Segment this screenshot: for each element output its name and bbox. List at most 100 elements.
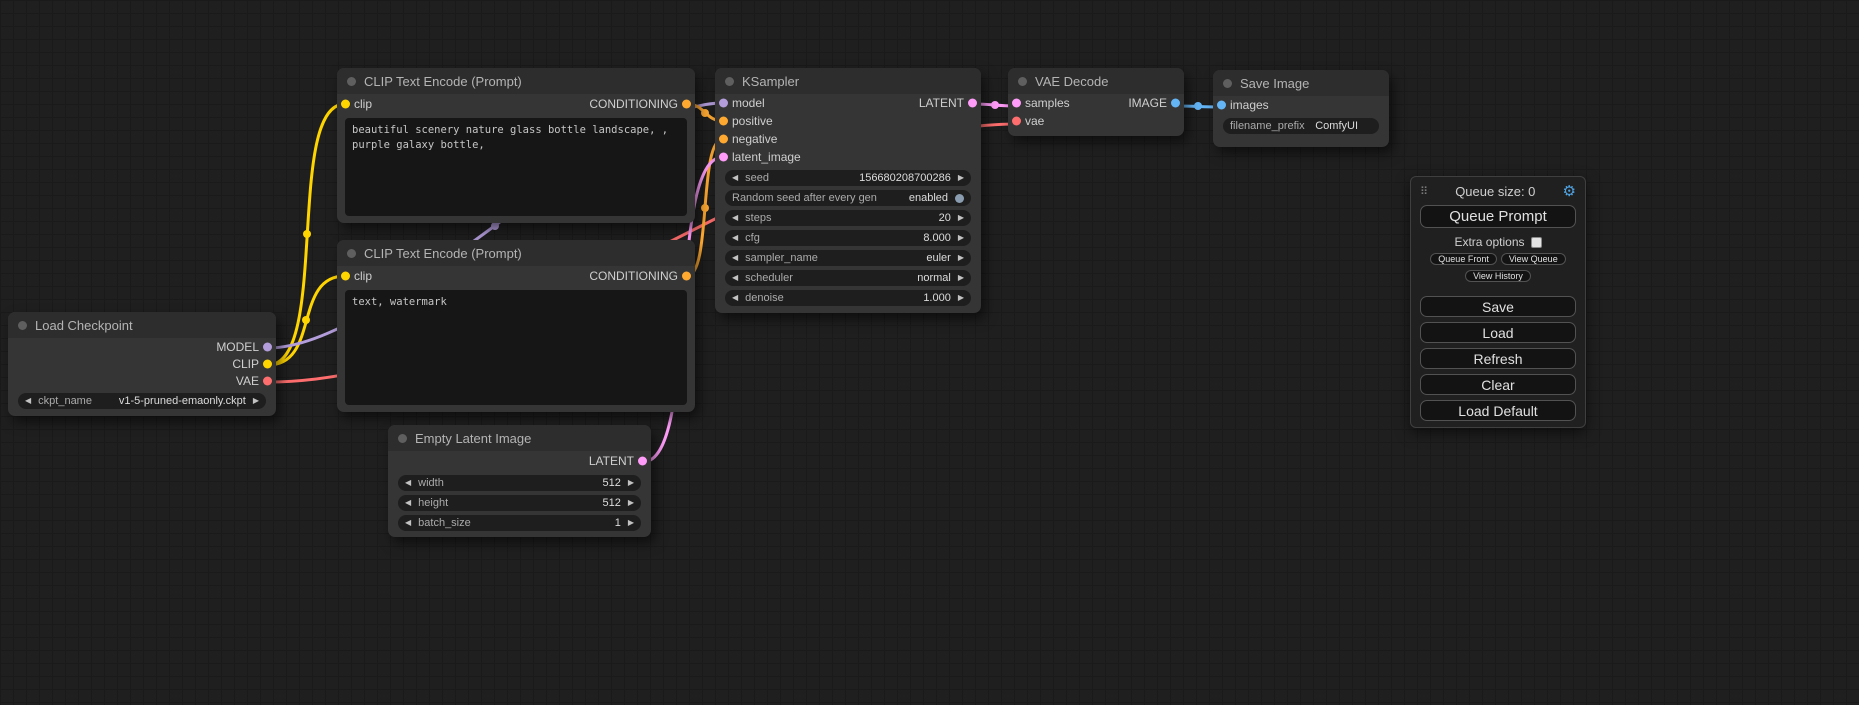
- output-slot-latent[interactable]: [968, 99, 977, 108]
- input-slot-model[interactable]: [719, 99, 728, 108]
- widget-filename-prefix[interactable]: filename_prefix ComfyUI: [1223, 118, 1379, 134]
- increment-arrow-icon[interactable]: ▶: [628, 519, 634, 527]
- load-default-button[interactable]: Load Default: [1420, 400, 1576, 421]
- widget-denoise[interactable]: ◀ denoise 1.000 ▶: [725, 290, 971, 306]
- node-title-bar[interactable]: Load Checkpoint: [8, 312, 276, 338]
- view-history-button[interactable]: View History: [1465, 270, 1531, 282]
- decrement-arrow-icon[interactable]: ◀: [732, 214, 738, 222]
- widget-value: enabled: [909, 192, 948, 204]
- input-slot-vae[interactable]: [1012, 117, 1021, 126]
- node-status-dot[interactable]: [398, 434, 407, 443]
- increment-arrow-icon[interactable]: ▶: [958, 234, 964, 242]
- output-slot-model[interactable]: [263, 342, 272, 351]
- decrement-arrow-icon[interactable]: ◀: [732, 254, 738, 262]
- node-clip-text-encode-negative[interactable]: CLIP Text Encode (Prompt) clip CONDITION…: [337, 240, 695, 412]
- widget-ckpt-name[interactable]: ◀ ckpt_name v1-5-pruned-emaonly.ckpt ▶: [18, 393, 266, 409]
- node-title-bar[interactable]: CLIP Text Encode (Prompt): [337, 68, 695, 94]
- output-slot-label: LATENT: [589, 454, 634, 468]
- increment-arrow-icon[interactable]: ▶: [958, 294, 964, 302]
- increment-arrow-icon[interactable]: ▶: [958, 214, 964, 222]
- toggle-indicator[interactable]: [955, 194, 964, 203]
- node-load-checkpoint[interactable]: Load Checkpoint MODEL CLIP VAE ◀ ckpt_na…: [8, 312, 276, 416]
- load-button[interactable]: Load: [1420, 322, 1576, 343]
- node-save-image[interactable]: Save Image images filename_prefix ComfyU…: [1213, 70, 1389, 147]
- output-slot-conditioning[interactable]: [682, 100, 691, 109]
- widget-batch-size[interactable]: ◀ batch_size 1 ▶: [398, 515, 641, 531]
- node-title: KSampler: [742, 74, 799, 89]
- input-slot-positive[interactable]: [719, 117, 728, 126]
- extra-options-label: Extra options: [1454, 235, 1524, 249]
- queue-front-button[interactable]: Queue Front: [1430, 253, 1497, 265]
- input-slot-latent-image[interactable]: [719, 153, 728, 162]
- input-slot-label: positive: [732, 114, 773, 128]
- decrement-arrow-icon[interactable]: ◀: [732, 174, 738, 182]
- node-status-dot[interactable]: [347, 249, 356, 258]
- decrement-arrow-icon[interactable]: ◀: [25, 397, 31, 405]
- node-title-bar[interactable]: KSampler: [715, 68, 981, 94]
- input-slot-clip[interactable]: [341, 272, 350, 281]
- node-status-dot[interactable]: [725, 77, 734, 86]
- input-slot-label: images: [1230, 98, 1269, 112]
- prompt-textarea[interactable]: text, watermark: [345, 290, 687, 405]
- refresh-button[interactable]: Refresh: [1420, 348, 1576, 369]
- wire-clip-to-positive-prompt: [268, 104, 345, 365]
- decrement-arrow-icon[interactable]: ◀: [405, 519, 411, 527]
- decrement-arrow-icon[interactable]: ◀: [732, 294, 738, 302]
- widget-random-seed-toggle[interactable]: Random seed after every gen enabled: [725, 190, 971, 206]
- node-status-dot[interactable]: [347, 77, 356, 86]
- node-vae-decode[interactable]: VAE Decode samples IMAGE vae: [1008, 68, 1184, 136]
- increment-arrow-icon[interactable]: ▶: [958, 174, 964, 182]
- node-ksampler[interactable]: KSampler model LATENT positive negative …: [715, 68, 981, 313]
- widget-label: width: [418, 477, 444, 489]
- decrement-arrow-icon[interactable]: ◀: [405, 499, 411, 507]
- output-slot-latent[interactable]: [638, 457, 647, 466]
- widget-steps[interactable]: ◀ steps 20 ▶: [725, 210, 971, 226]
- input-slot-negative[interactable]: [719, 135, 728, 144]
- increment-arrow-icon[interactable]: ▶: [958, 274, 964, 282]
- widget-height[interactable]: ◀ height 512 ▶: [398, 495, 641, 511]
- extra-options-checkbox[interactable]: [1531, 237, 1542, 248]
- settings-gear-icon[interactable]: ⚙: [1563, 184, 1576, 199]
- node-title-bar[interactable]: CLIP Text Encode (Prompt): [337, 240, 695, 266]
- node-empty-latent-image[interactable]: Empty Latent Image LATENT ◀ width 512 ▶ …: [388, 425, 651, 537]
- decrement-arrow-icon[interactable]: ◀: [732, 234, 738, 242]
- widget-label: cfg: [745, 232, 760, 244]
- input-slot-images[interactable]: [1217, 101, 1226, 110]
- widget-width[interactable]: ◀ width 512 ▶: [398, 475, 641, 491]
- node-status-dot[interactable]: [18, 321, 27, 330]
- node-status-dot[interactable]: [1223, 79, 1232, 88]
- widget-seed[interactable]: ◀ seed 156680208700286 ▶: [725, 170, 971, 186]
- output-slot-image[interactable]: [1171, 99, 1180, 108]
- increment-arrow-icon[interactable]: ▶: [628, 499, 634, 507]
- input-slot-label: clip: [354, 269, 372, 283]
- input-slot-clip[interactable]: [341, 100, 350, 109]
- widget-value: v1-5-pruned-emaonly.ckpt: [119, 395, 246, 407]
- save-button[interactable]: Save: [1420, 296, 1576, 317]
- widget-value: ComfyUI: [1315, 120, 1372, 132]
- view-queue-button[interactable]: View Queue: [1501, 253, 1566, 265]
- queue-prompt-button[interactable]: Queue Prompt: [1420, 205, 1576, 228]
- node-clip-text-encode-positive[interactable]: CLIP Text Encode (Prompt) clip CONDITION…: [337, 68, 695, 223]
- increment-arrow-icon[interactable]: ▶: [253, 397, 259, 405]
- prompt-textarea[interactable]: beautiful scenery nature glass bottle la…: [345, 118, 687, 216]
- node-title-bar[interactable]: Empty Latent Image: [388, 425, 651, 451]
- widget-sampler-name[interactable]: ◀ sampler_name euler ▶: [725, 250, 971, 266]
- output-slot-clip[interactable]: [263, 359, 272, 368]
- widget-value: 512: [602, 497, 620, 509]
- increment-arrow-icon[interactable]: ▶: [958, 254, 964, 262]
- increment-arrow-icon[interactable]: ▶: [628, 479, 634, 487]
- node-title-bar[interactable]: VAE Decode: [1008, 68, 1184, 94]
- output-slot-vae[interactable]: [263, 376, 272, 385]
- input-slot-samples[interactable]: [1012, 99, 1021, 108]
- decrement-arrow-icon[interactable]: ◀: [405, 479, 411, 487]
- widget-value: 8.000: [923, 232, 951, 244]
- node-title-bar[interactable]: Save Image: [1213, 70, 1389, 96]
- output-slot-conditioning[interactable]: [682, 272, 691, 281]
- drag-handle-icon[interactable]: ⠿: [1420, 185, 1428, 198]
- widget-cfg[interactable]: ◀ cfg 8.000 ▶: [725, 230, 971, 246]
- decrement-arrow-icon[interactable]: ◀: [732, 274, 738, 282]
- node-title: CLIP Text Encode (Prompt): [364, 246, 522, 261]
- widget-scheduler[interactable]: ◀ scheduler normal ▶: [725, 270, 971, 286]
- clear-button[interactable]: Clear: [1420, 374, 1576, 395]
- node-status-dot[interactable]: [1018, 77, 1027, 86]
